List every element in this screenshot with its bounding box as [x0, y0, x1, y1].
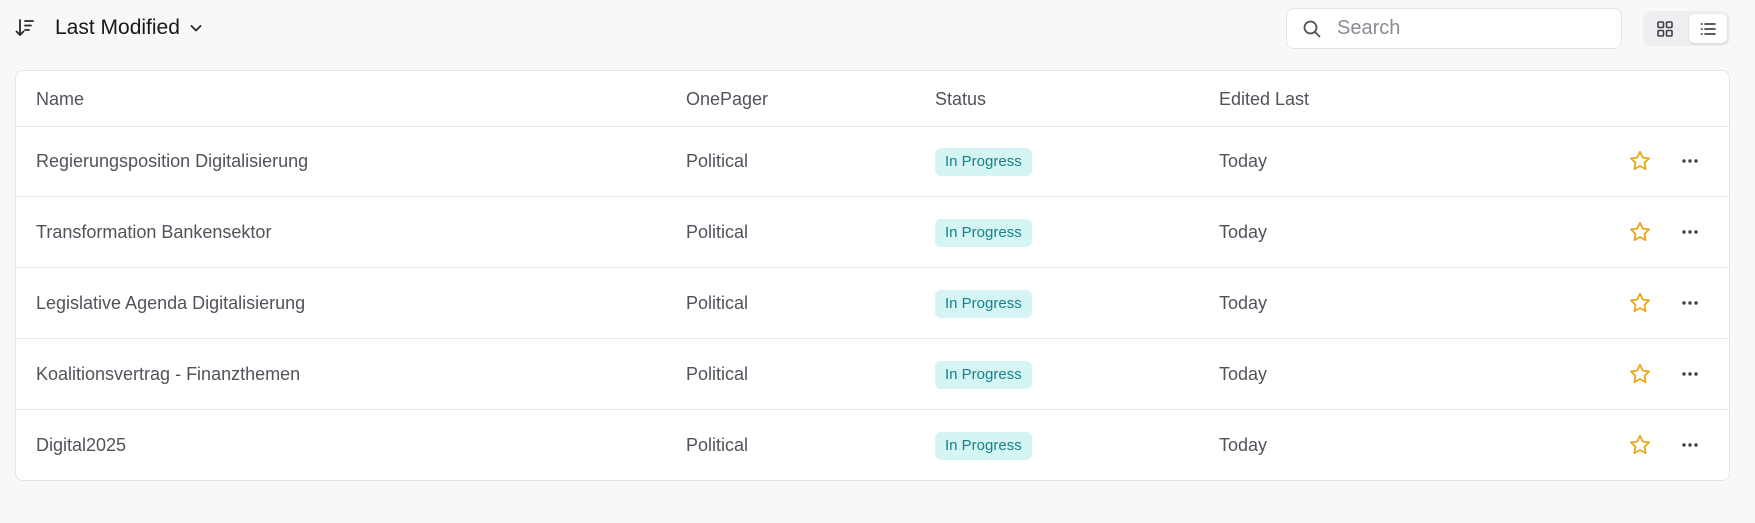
row-onepager: Political — [686, 151, 749, 171]
star-icon[interactable] — [1628, 291, 1652, 315]
search-box — [1286, 8, 1622, 49]
grid-view-icon — [1657, 20, 1674, 37]
list-view-button[interactable] — [1688, 14, 1727, 43]
status-badge: In Progress — [935, 432, 1032, 460]
list-view-icon — [1700, 22, 1716, 35]
projects-table: Name OnePager Status Edited Last Regieru… — [15, 70, 1730, 481]
row-onepager: Political — [686, 293, 749, 313]
row-edited-last: Today — [1219, 293, 1268, 313]
column-header-onepager[interactable]: OnePager — [686, 89, 768, 110]
row-name: Transformation Bankensektor — [36, 222, 272, 242]
row-name: Digital2025 — [36, 435, 127, 455]
row-name: Legislative Agenda Digitalisierung — [36, 293, 306, 313]
more-horizontal-icon[interactable] — [1678, 433, 1702, 457]
table-row[interactable]: Transformation Bankensektor Political In… — [16, 197, 1729, 268]
table-row[interactable]: Regierungsposition Digitalisierung Polit… — [16, 126, 1729, 197]
row-edited-last: Today — [1219, 364, 1268, 384]
sort-descending-icon[interactable] — [14, 17, 36, 39]
status-badge: In Progress — [935, 148, 1032, 176]
status-badge: In Progress — [935, 361, 1032, 389]
column-header-edited-last[interactable]: Edited Last — [1219, 89, 1309, 110]
row-onepager: Political — [686, 435, 749, 455]
row-onepager: Political — [686, 364, 749, 384]
status-badge: In Progress — [935, 219, 1032, 247]
sort-label: Last Modified — [55, 16, 180, 39]
column-header-name[interactable]: Name — [36, 89, 84, 110]
more-horizontal-icon[interactable] — [1678, 149, 1702, 173]
row-edited-last: Today — [1219, 222, 1268, 242]
view-toggle — [1643, 11, 1730, 46]
grid-view-button[interactable] — [1646, 14, 1685, 43]
row-name: Koalitionsvertrag - Finanzthemen — [36, 364, 301, 384]
star-icon[interactable] — [1628, 362, 1652, 386]
more-horizontal-icon[interactable] — [1678, 291, 1702, 315]
row-name: Regierungsposition Digitalisierung — [36, 151, 309, 171]
star-icon[interactable] — [1628, 220, 1652, 244]
table-row[interactable]: Legislative Agenda Digitalisierung Polit… — [16, 268, 1729, 339]
row-onepager: Political — [686, 222, 749, 242]
more-horizontal-icon[interactable] — [1678, 362, 1702, 386]
search-icon — [1303, 20, 1321, 37]
column-header-status[interactable]: Status — [935, 89, 986, 110]
star-icon[interactable] — [1628, 149, 1652, 173]
table-header: Name OnePager Status Edited Last — [16, 71, 1729, 127]
more-horizontal-icon[interactable] — [1678, 220, 1702, 244]
chevron-down-icon — [190, 25, 202, 32]
table-row[interactable]: Koalitionsvertrag - Finanzthemen Politic… — [16, 339, 1729, 410]
status-badge: In Progress — [935, 290, 1032, 318]
table-row[interactable]: Digital2025 Political In Progress Today — [16, 410, 1729, 480]
row-edited-last: Today — [1219, 435, 1268, 455]
search-input[interactable] — [1337, 17, 1607, 40]
toolbar: Last Modified — [0, 0, 1755, 58]
star-icon[interactable] — [1628, 433, 1652, 457]
sort-dropdown[interactable]: Last Modified — [55, 13, 204, 43]
row-edited-last: Today — [1219, 151, 1268, 171]
